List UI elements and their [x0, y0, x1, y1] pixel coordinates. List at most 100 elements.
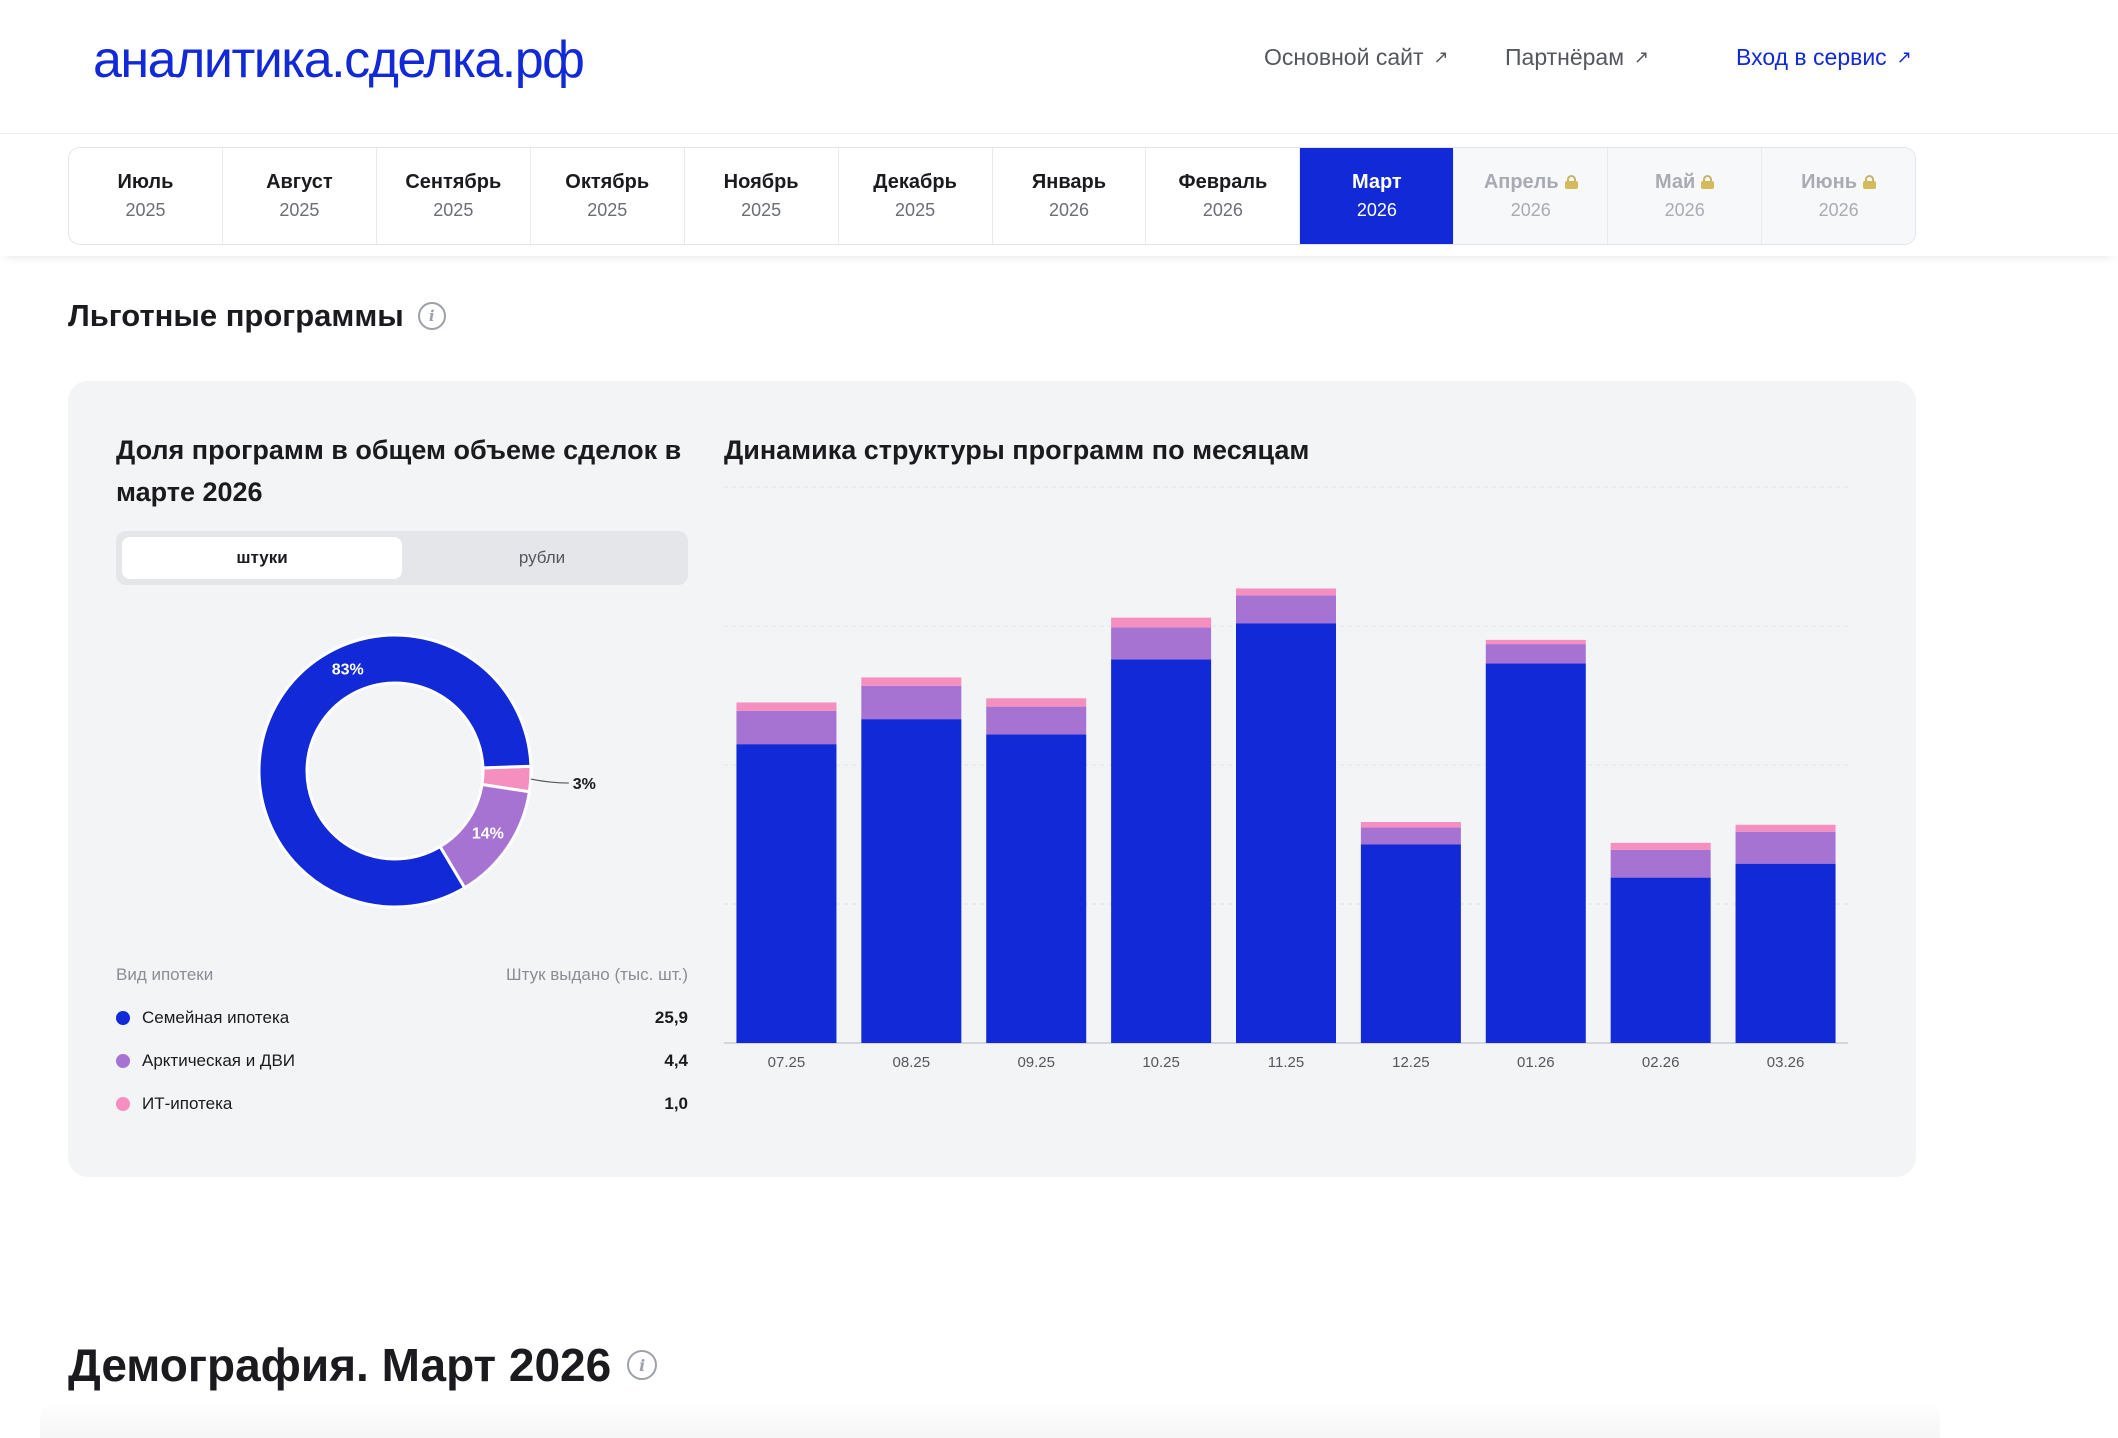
toggle-pieces[interactable]: штуки — [122, 537, 402, 579]
bar-segment-family[interactable] — [1485, 663, 1586, 1043]
month-tab[interactable]: Апрель 2026 — [1454, 148, 1609, 244]
month-tab-name: Декабрь — [873, 171, 957, 194]
donut-data-label: 83% — [332, 661, 364, 678]
month-name-text: Октябрь — [565, 171, 650, 193]
bar-segment-it[interactable] — [1735, 824, 1836, 832]
month-name-text: Январь — [1031, 171, 1107, 193]
month-selector-bar: Июль 2025 Август 2025 Сентябрь 2025 Октябрь 202… — [0, 134, 2118, 256]
month-name-text: Декабрь — [873, 171, 957, 193]
month-tab-name: Ноябрь — [724, 171, 799, 194]
month-tab-year: 2026 — [1818, 200, 1859, 220]
month-tab-year: 2026 — [1202, 200, 1243, 220]
bar-segment-arctic[interactable] — [1360, 827, 1461, 845]
month-tab-year: 2026 — [1510, 200, 1551, 220]
bar-segment-family[interactable] — [1735, 863, 1836, 1043]
bar-segment-family[interactable] — [986, 734, 1087, 1043]
info-icon[interactable]: i — [417, 302, 446, 330]
info-icon[interactable]: i — [627, 1350, 658, 1380]
month-name-text: Март — [1351, 171, 1402, 193]
donut-data-label: 3% — [573, 776, 596, 793]
bar-segment-it[interactable] — [1485, 639, 1586, 645]
legend-dot — [116, 1054, 130, 1068]
bar-segment-arctic[interactable] — [736, 710, 837, 745]
legend-item-it: ИТ-ипотека 1,0 — [116, 1094, 688, 1114]
bar-segment-it[interactable] — [986, 698, 1087, 707]
legend-item-arctic: Арктическая и ДВИ 4,4 — [116, 1051, 688, 1071]
bar-segment-family[interactable] — [1111, 659, 1212, 1043]
legend-dot — [116, 1011, 130, 1025]
month-tab[interactable]: Январь 2026 — [993, 148, 1147, 244]
month-tab-year: 2025 — [279, 200, 320, 220]
programs-card: Доля программ в общем объеме сделок в ма… — [68, 381, 1916, 1177]
login-link-label: Вход в сервис — [1736, 44, 1887, 70]
toggle-rubles[interactable]: рубли — [402, 537, 682, 579]
month-tab-name: Июнь — [1801, 171, 1877, 194]
month-tab[interactable]: Сентябрь 2025 — [377, 148, 531, 244]
bar-segment-it[interactable] — [736, 702, 837, 711]
bar-segment-arctic[interactable] — [1485, 644, 1586, 664]
month-name-text: Май — [1655, 171, 1696, 193]
bar-segment-family[interactable] — [1360, 844, 1461, 1043]
bar-segment-it[interactable] — [1360, 821, 1461, 828]
month-tab[interactable]: Июнь 2026 — [1762, 148, 1915, 244]
month-tab[interactable]: Май 2026 — [1608, 148, 1763, 244]
donut-chart: 83% 14% 3% — [258, 633, 596, 909]
legend-dot — [116, 1097, 130, 1111]
month-tab-name: Март — [1352, 171, 1402, 194]
month-tab[interactable]: Июль 2025 — [69, 148, 223, 244]
month-tab-year: 2026 — [1356, 200, 1397, 220]
bar-segment-family[interactable] — [861, 719, 962, 1043]
lock-icon — [1863, 175, 1877, 189]
bar-segment-it[interactable] — [1111, 617, 1212, 628]
bar-segment-it[interactable] — [1610, 842, 1711, 850]
month-name-text: Август — [266, 171, 333, 193]
month-tab[interactable]: Март 2026 — [1300, 148, 1455, 244]
month-tab-name: Сентябрь — [405, 171, 501, 194]
bar-segment-it[interactable] — [1236, 588, 1336, 596]
main-site-link[interactable]: Основной сайт ↗ — [1264, 44, 1449, 71]
partners-link-label: Партнёрам — [1505, 44, 1625, 70]
month-tab-year: 2026 — [1664, 200, 1705, 220]
legend-value: 1,0 — [664, 1094, 688, 1113]
bar-segment-family[interactable] — [1610, 877, 1711, 1043]
bar-segment-it[interactable] — [861, 677, 962, 686]
login-link[interactable]: Вход в сервис ↗ — [1736, 44, 1912, 71]
share-chart-title: Доля программ в общем объеме сделок в ма… — [116, 435, 682, 507]
legend-header-type: Вид ипотеки — [116, 965, 214, 984]
partners-link[interactable]: Партнёрам ↗ — [1505, 44, 1649, 71]
month-tab[interactable]: Август 2025 — [223, 148, 377, 244]
bar-segment-arctic[interactable] — [1610, 849, 1711, 878]
logo[interactable]: аналитика.сделка.рф — [93, 30, 585, 90]
arrow-up-right-icon: ↗ — [1433, 47, 1449, 67]
month-tab-name: Октябрь — [565, 171, 649, 194]
month-tab[interactable]: Октябрь 2025 — [531, 148, 685, 244]
bar-segment-arctic[interactable] — [1735, 831, 1836, 864]
month-name-text: Июль — [117, 171, 174, 193]
dynamics-chart-title: Динамика структуры программ по месяцам — [724, 435, 1310, 465]
x-tick-label: 11.25 — [1268, 1054, 1304, 1071]
month-tab[interactable]: Ноябрь 2025 — [685, 148, 839, 244]
bar-segment-arctic[interactable] — [986, 706, 1087, 735]
bar-segment-family[interactable] — [1236, 623, 1336, 1043]
month-tab[interactable]: Февраль 2026 — [1146, 148, 1301, 244]
bar-segment-arctic[interactable] — [861, 685, 962, 720]
month-name-text: Сентябрь — [405, 171, 502, 193]
month-name-text: Апрель — [1483, 171, 1559, 193]
demography-title-text: Демография. Март 2026 — [68, 1339, 612, 1391]
bar-segment-arctic[interactable] — [1111, 627, 1212, 660]
month-name-text: Июнь — [1801, 171, 1858, 193]
legend-label: ИТ-ипотека — [142, 1094, 233, 1113]
x-tick-label: 08.25 — [893, 1054, 931, 1071]
stacked-bar-chart: 07.25 08.25 09.25 10.25 11.25 12.25 01.26 02.26… — [724, 486, 1848, 1071]
month-tab-name: Январь — [1032, 171, 1106, 194]
month-tab-year: 2026 — [1048, 200, 1090, 220]
bar-segment-family[interactable] — [736, 744, 837, 1043]
x-tick-label: 03.26 — [1767, 1054, 1805, 1071]
bar-segment-arctic[interactable] — [1236, 595, 1336, 624]
donut-leader-line — [530, 778, 569, 784]
x-tick-label: 02.26 — [1642, 1054, 1680, 1071]
month-tab[interactable]: Декабрь 2025 — [839, 148, 993, 244]
x-tick-label: 10.25 — [1142, 1054, 1180, 1071]
section-title: Льготные программы i — [68, 298, 446, 334]
month-tab-year: 2025 — [125, 200, 166, 220]
